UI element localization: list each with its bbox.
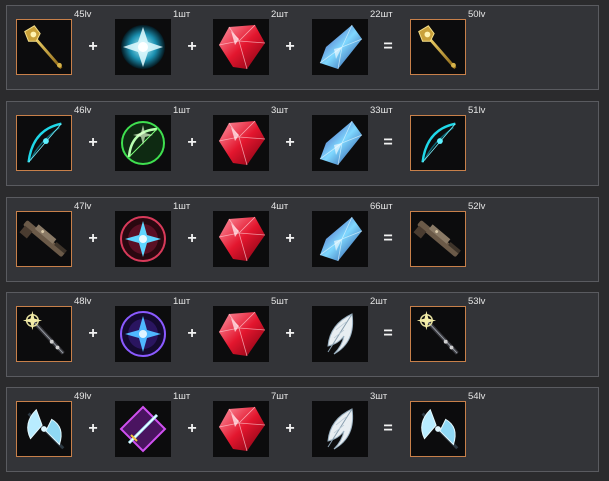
essence-slot[interactable]	[115, 115, 171, 171]
equals-sign: =	[383, 420, 393, 437]
crystal-slot[interactable]	[312, 306, 368, 362]
plus-sign: +	[88, 420, 98, 437]
ruby-slot[interactable]	[213, 19, 269, 75]
result-weapon-level-label: 51lv	[468, 105, 486, 116]
plus-sign: +	[88, 230, 98, 247]
ruby-slot[interactable]	[213, 115, 269, 171]
base-weapon-slot[interactable]	[16, 401, 72, 457]
plus-sign: +	[88, 134, 98, 151]
plus-sign: +	[285, 420, 295, 437]
essence-slot[interactable]	[115, 19, 171, 75]
crystal-slot[interactable]	[312, 401, 368, 457]
plus-sign: +	[187, 38, 197, 55]
essence-count-label: 1шт	[173, 201, 191, 212]
equals-sign: =	[383, 38, 393, 55]
ruby-count-label: 5шт	[271, 296, 289, 307]
equals-sign: =	[383, 325, 393, 342]
plus-sign: +	[285, 134, 295, 151]
ruby-slot[interactable]	[213, 401, 269, 457]
plus-sign: +	[88, 38, 98, 55]
result-weapon-level-label: 53lv	[468, 296, 486, 307]
ruby-count-label: 2шт	[271, 9, 289, 20]
essence-count-label: 1шт	[173, 296, 191, 307]
plus-sign: +	[187, 134, 197, 151]
base-weapon-level-label: 45lv	[74, 9, 92, 20]
plus-sign: +	[285, 325, 295, 342]
result-weapon-slot[interactable]	[410, 306, 466, 362]
plus-sign: +	[285, 38, 295, 55]
ruby-slot[interactable]	[213, 211, 269, 267]
essence-slot[interactable]	[115, 401, 171, 457]
plus-sign: +	[187, 230, 197, 247]
crystal-slot[interactable]	[312, 19, 368, 75]
essence-count-label: 1шт	[173, 105, 191, 116]
ruby-count-label: 4шт	[271, 201, 289, 212]
crystal-count-label: 66шт	[370, 201, 393, 212]
recipe-row: 47lv 1шт 4шт 66шт 52lv + + + =	[6, 197, 599, 282]
base-weapon-slot[interactable]	[16, 211, 72, 267]
crystal-count-label: 22шт	[370, 9, 393, 20]
crystal-count-label: 3шт	[370, 391, 388, 402]
recipe-row: 49lv 1шт 7шт 3шт 54lv + + + =	[6, 387, 599, 472]
essence-count-label: 1шт	[173, 391, 191, 402]
essence-slot[interactable]	[115, 306, 171, 362]
essence-slot[interactable]	[115, 211, 171, 267]
result-weapon-slot[interactable]	[410, 115, 466, 171]
base-weapon-level-label: 47lv	[74, 201, 92, 212]
result-weapon-level-label: 54lv	[468, 391, 486, 402]
equals-sign: =	[383, 134, 393, 151]
result-weapon-slot[interactable]	[410, 211, 466, 267]
base-weapon-slot[interactable]	[16, 306, 72, 362]
crystal-count-label: 33шт	[370, 105, 393, 116]
crystal-slot[interactable]	[312, 211, 368, 267]
plus-sign: +	[187, 420, 197, 437]
ruby-count-label: 7шт	[271, 391, 289, 402]
ruby-count-label: 3шт	[271, 105, 289, 116]
crystal-slot[interactable]	[312, 115, 368, 171]
equals-sign: =	[383, 230, 393, 247]
result-weapon-slot[interactable]	[410, 19, 466, 75]
plus-sign: +	[285, 230, 295, 247]
ruby-slot[interactable]	[213, 306, 269, 362]
plus-sign: +	[88, 325, 98, 342]
recipe-row: 48lv 1шт 5шт 2шт 53lv + + + =	[6, 292, 599, 377]
base-weapon-level-label: 48lv	[74, 296, 92, 307]
base-weapon-slot[interactable]	[16, 115, 72, 171]
result-weapon-level-label: 50lv	[468, 9, 486, 20]
base-weapon-level-label: 46lv	[74, 105, 92, 116]
base-weapon-slot[interactable]	[16, 19, 72, 75]
plus-sign: +	[187, 325, 197, 342]
recipe-row: 46lv 1шт 3шт 33шт 51lv + + + =	[6, 101, 599, 186]
result-weapon-level-label: 52lv	[468, 201, 486, 212]
base-weapon-level-label: 49lv	[74, 391, 92, 402]
essence-count-label: 1шт	[173, 9, 191, 20]
result-weapon-slot[interactable]	[410, 401, 466, 457]
recipe-row: 45lv 1шт 2шт 22шт 50lv + + + =	[6, 5, 599, 90]
crystal-count-label: 2шт	[370, 296, 388, 307]
